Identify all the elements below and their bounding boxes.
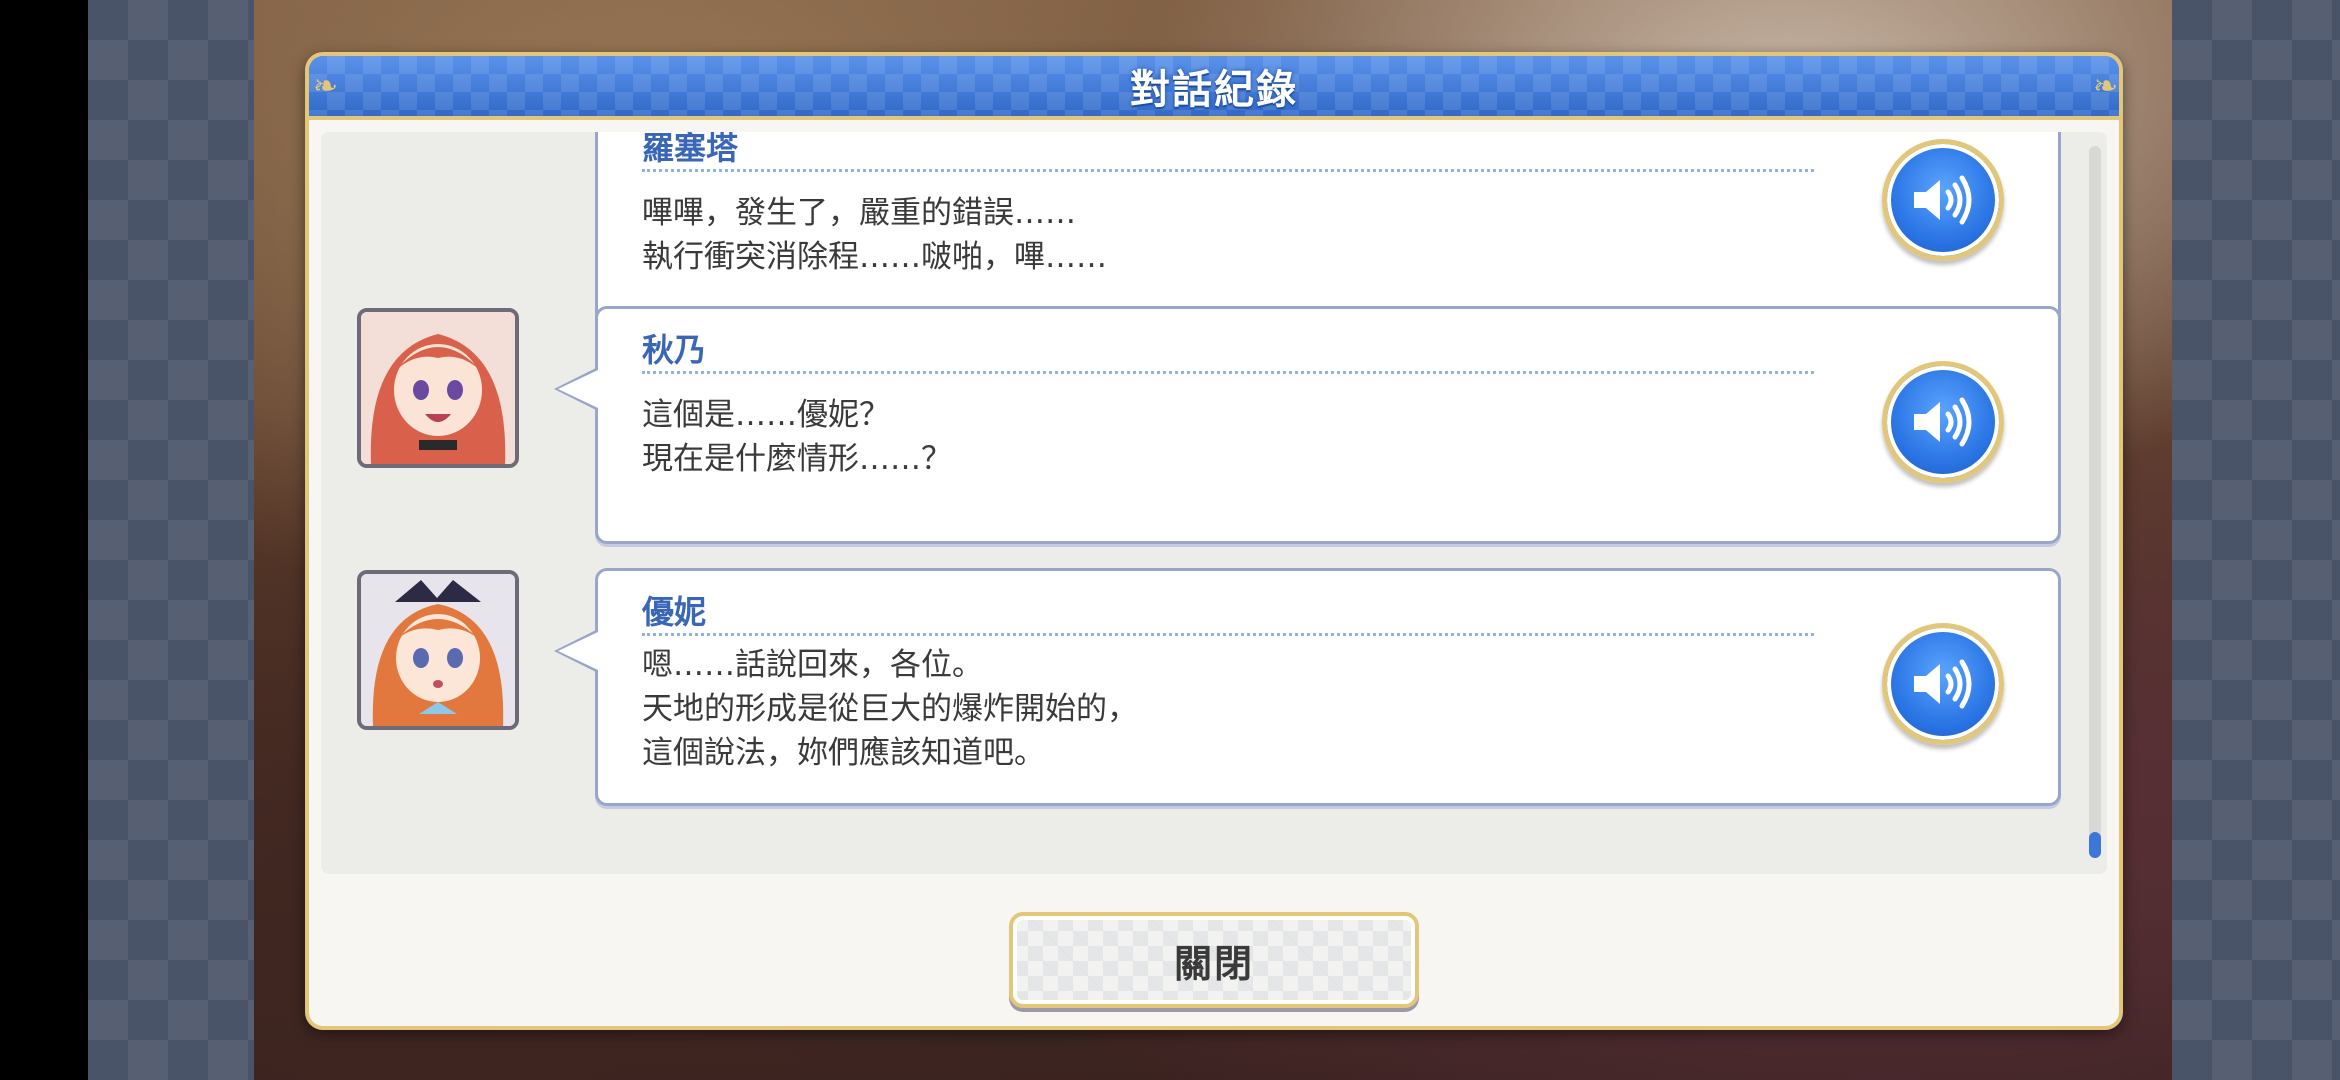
close-button[interactable]: 關閉 bbox=[1009, 912, 1419, 1008]
voice-play-button[interactable] bbox=[1882, 623, 2004, 745]
voice-play-button[interactable] bbox=[1882, 361, 2004, 483]
message-line: 執行衝突消除程……啵啪，嗶…… bbox=[642, 239, 1107, 275]
close-button-label: 關閉 bbox=[1173, 941, 1254, 986]
speaker-name: 羅塞塔 bbox=[642, 132, 739, 167]
scrollbar-thumb[interactable] bbox=[2089, 832, 2101, 858]
voice-play-button[interactable] bbox=[1882, 139, 2004, 261]
message-text: 嗶嗶，發生了，嚴重的錯誤…… 執行衝突消除程……啵啪，嗶…… bbox=[642, 191, 1107, 279]
speaker-sound-icon bbox=[1914, 397, 1972, 447]
message-line: 嗶嗶，發生了，嚴重的錯誤…… bbox=[642, 195, 1076, 231]
scrollbar[interactable] bbox=[2089, 146, 2101, 858]
speaker-sound-icon bbox=[1914, 659, 1972, 709]
dotted-divider bbox=[642, 371, 1814, 374]
corner-ornament-icon: ❧ bbox=[2093, 69, 2119, 104]
message-line: 這個說法，妳們應該知道吧。 bbox=[642, 735, 1045, 771]
character-portrait-akino bbox=[357, 308, 519, 468]
bubble-tail bbox=[554, 629, 598, 673]
bubble-tail bbox=[554, 367, 598, 411]
right-side-panel bbox=[2172, 0, 2340, 1080]
dotted-divider bbox=[642, 169, 1814, 172]
message-bubble: 優妮 嗯……話說回來，各位。 天地的形成是從巨大的爆炸開始的， 這個說法，妳們應… bbox=[554, 568, 2061, 806]
dialog-title: 對話紀錄 bbox=[1130, 67, 1298, 113]
speaker-name: 秋乃 bbox=[642, 331, 707, 369]
left-letterbox bbox=[0, 0, 88, 1080]
message-text: 嗯……話說回來，各位。 天地的形成是從巨大的爆炸開始的， 這個說法，妳們應該知道… bbox=[642, 643, 1138, 775]
dialog-log-window: ❧ 對話紀錄 ❧ 羅塞塔 嗶嗶，發生了，嚴重的錯誤…… 執行衝突消除程……啵啪，… bbox=[305, 52, 2123, 1030]
message-line: 現在是什麼情形……？ bbox=[642, 441, 952, 477]
dotted-divider bbox=[642, 633, 1814, 636]
message-text: 這個是……優妮？ 現在是什麼情形……？ bbox=[642, 393, 952, 481]
dialog-log-list[interactable]: 羅塞塔 嗶嗶，發生了，嚴重的錯誤…… 執行衝突消除程……啵啪，嗶…… 秋乃 這個… bbox=[321, 132, 2107, 874]
message-bubble: 秋乃 這個是……優妮？ 現在是什麼情形……？ bbox=[554, 306, 2061, 544]
speaker-sound-icon bbox=[1914, 175, 1972, 225]
character-portrait-yuni bbox=[357, 570, 519, 730]
dialog-header: ❧ 對話紀錄 ❧ bbox=[309, 56, 2119, 120]
left-side-panel bbox=[88, 0, 254, 1080]
message-line: 嗯……話說回來，各位。 bbox=[642, 647, 983, 683]
message-line: 天地的形成是從巨大的爆炸開始的， bbox=[642, 691, 1138, 727]
message-line: 這個是……優妮？ bbox=[642, 397, 890, 433]
speaker-name: 優妮 bbox=[642, 593, 707, 631]
corner-ornament-icon: ❧ bbox=[313, 69, 339, 104]
